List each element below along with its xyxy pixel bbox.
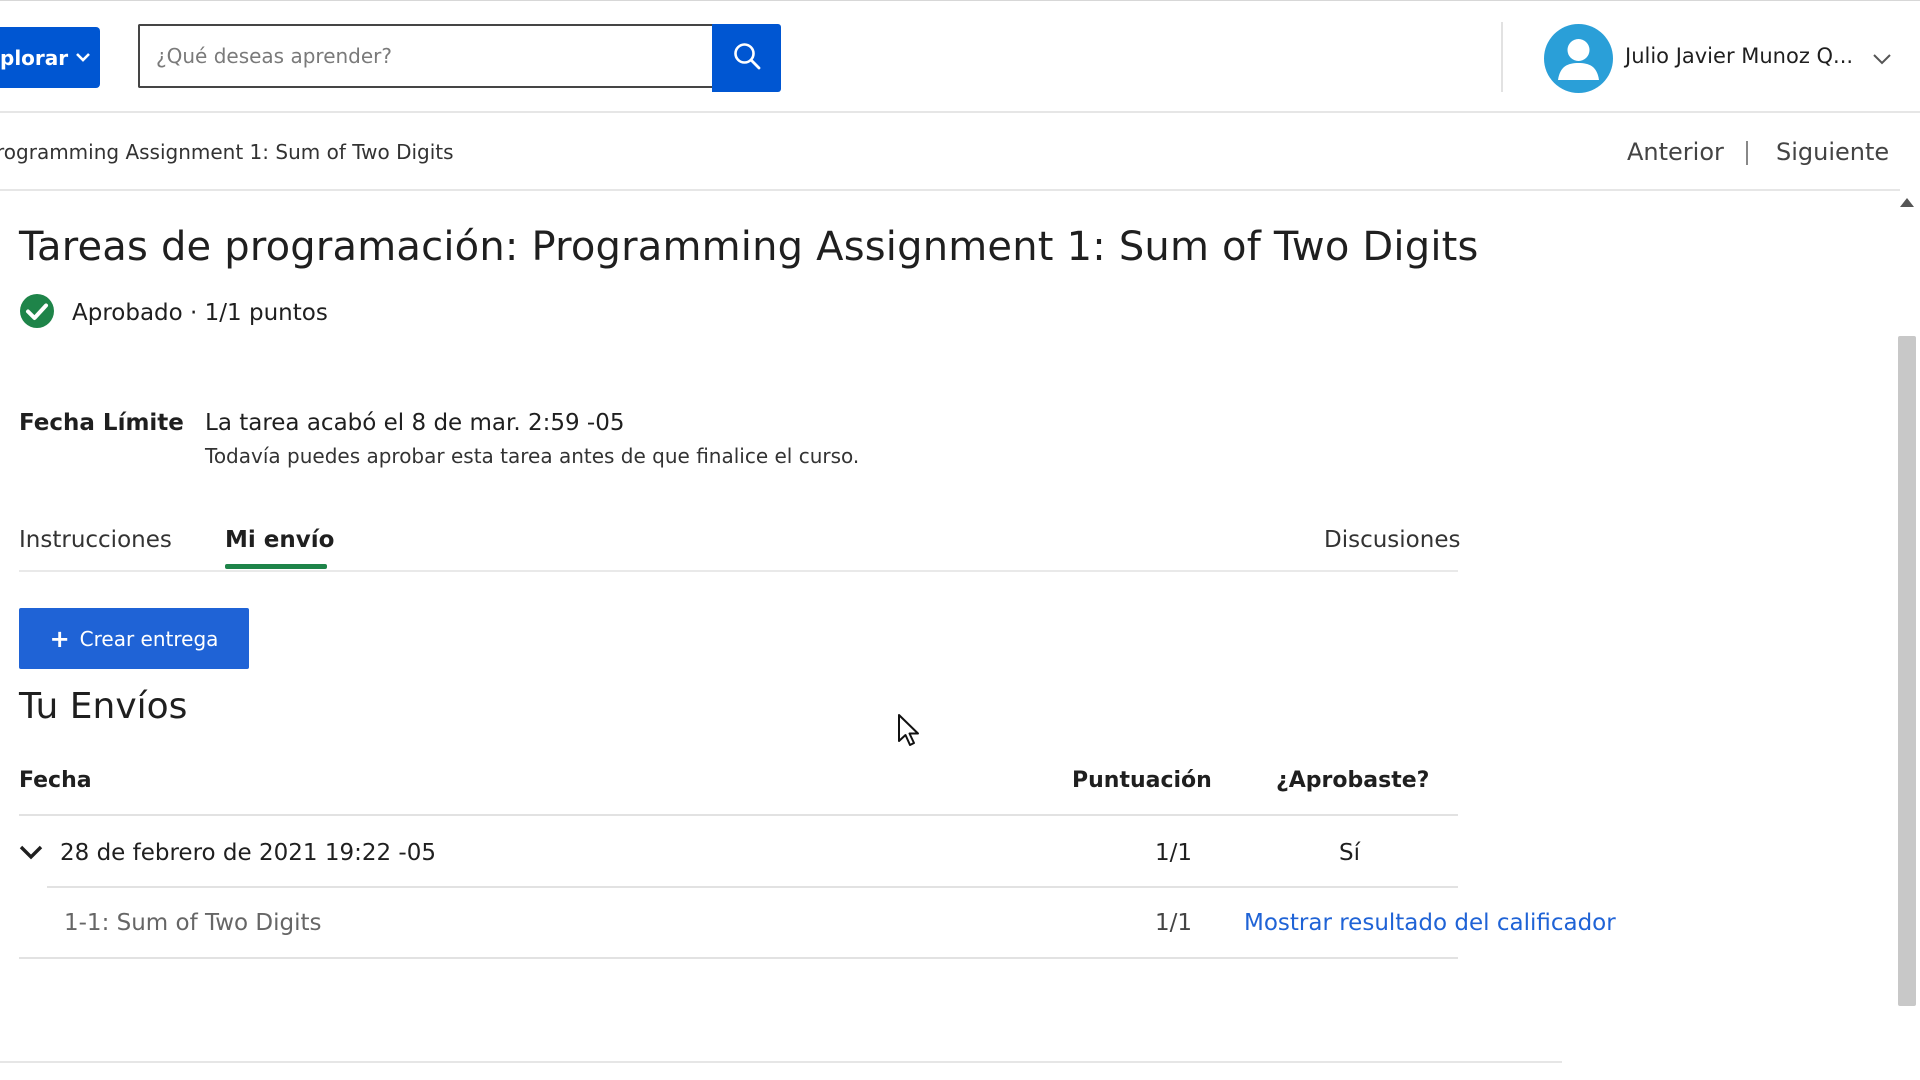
submission-passed: Sí bbox=[1339, 840, 1360, 866]
mouse-cursor-icon bbox=[897, 713, 921, 753]
tab-discussions[interactable]: Discusiones bbox=[1324, 527, 1460, 553]
part-name: 1-1: Sum of Two Digits bbox=[64, 910, 322, 936]
user-name[interactable]: Julio Javier Munoz Q... bbox=[1625, 44, 1853, 68]
tab-my-submission[interactable]: Mi envío bbox=[225, 527, 334, 553]
show-grader-output-link[interactable]: Mostrar resultado del calificador bbox=[1244, 910, 1616, 936]
top-border bbox=[0, 0, 1920, 1]
submission-date: 28 de febrero de 2021 19:22 -05 bbox=[60, 840, 436, 866]
status-row: Aprobado · 1/1 puntos bbox=[19, 293, 328, 333]
part-score: 1/1 bbox=[1155, 910, 1193, 936]
chevron-down-icon[interactable] bbox=[1872, 50, 1892, 69]
page-title: Tareas de programación: Programming Assi… bbox=[19, 224, 1479, 270]
due-date-text: La tarea acabó el 8 de mar. 2:59 -05 bbox=[205, 410, 625, 436]
active-tab-indicator bbox=[225, 564, 327, 569]
footer-divider-line bbox=[0, 1061, 1562, 1063]
tab-instructions[interactable]: Instrucciones bbox=[19, 527, 172, 553]
column-header-score: Puntuación bbox=[1072, 768, 1212, 793]
submission-score: 1/1 bbox=[1155, 840, 1193, 866]
next-item-link[interactable]: Siguiente bbox=[1776, 138, 1889, 166]
create-submission-label: Crear entrega bbox=[79, 626, 219, 651]
check-circle-icon bbox=[19, 293, 55, 333]
column-header-passed: ¿Aprobaste? bbox=[1276, 768, 1430, 793]
row-divider bbox=[47, 886, 1458, 888]
search-button[interactable] bbox=[712, 24, 781, 92]
chevron-down-icon bbox=[76, 50, 91, 66]
scrollbar-thumb[interactable] bbox=[1898, 336, 1916, 1006]
table-header-divider bbox=[19, 814, 1458, 816]
search-input[interactable] bbox=[138, 24, 713, 88]
tabs-divider-line bbox=[19, 570, 1458, 572]
create-submission-button[interactable]: + Crear entrega bbox=[19, 608, 249, 669]
column-header-date: Fecha bbox=[19, 768, 92, 793]
nav-separator bbox=[1746, 141, 1748, 165]
header-divider-line bbox=[0, 111, 1920, 113]
avatar[interactable] bbox=[1544, 24, 1613, 93]
chevron-down-icon[interactable] bbox=[19, 844, 43, 864]
breadcrumb-divider-line bbox=[0, 189, 1900, 191]
explore-label: plorar bbox=[0, 45, 69, 70]
header-divider bbox=[1501, 22, 1503, 92]
person-icon bbox=[1558, 39, 1599, 80]
due-date-label: Fecha Límite bbox=[19, 410, 184, 436]
explore-button[interactable]: plorar bbox=[0, 27, 100, 88]
submissions-heading: Tu Envíos bbox=[19, 686, 188, 727]
table-row[interactable]: 28 de febrero de 2021 19:22 -05 1/1 Sí bbox=[19, 820, 1458, 886]
plus-icon: + bbox=[49, 624, 70, 653]
table-subrow: 1-1: Sum of Two Digits 1/1 Mostrar resul… bbox=[19, 890, 1619, 956]
scroll-up-arrow-icon[interactable] bbox=[1900, 198, 1914, 207]
previous-item-link[interactable]: Anterior bbox=[1627, 138, 1724, 166]
search-icon bbox=[732, 41, 762, 75]
status-text: Aprobado · 1/1 puntos bbox=[72, 300, 328, 326]
due-date-note: Todavía puedes aprobar esta tarea antes … bbox=[205, 444, 860, 468]
search-bar bbox=[138, 24, 781, 92]
row-divider bbox=[19, 957, 1458, 959]
breadcrumb[interactable]: rogramming Assignment 1: Sum of Two Digi… bbox=[0, 140, 454, 164]
